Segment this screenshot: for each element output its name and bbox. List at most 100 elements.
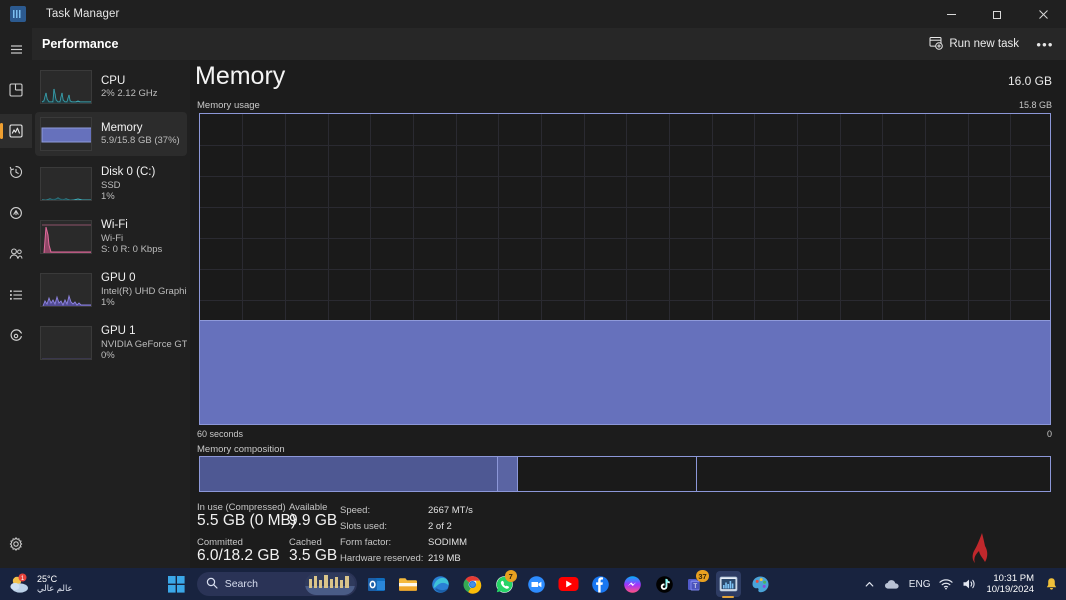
volume-icon[interactable] bbox=[962, 578, 977, 590]
taskbar-app-outlook[interactable] bbox=[364, 571, 389, 597]
taskbar-app-file-explorer[interactable] bbox=[396, 571, 421, 597]
stat-in-use-value: 5.5 GB (0 MB) bbox=[197, 512, 267, 530]
resource-sub2: 0% bbox=[101, 350, 187, 361]
memory-stats: In use (Compressed) 5.5 GB (0 MB) Commit… bbox=[190, 502, 1066, 570]
cpu-text: CPU 2% 2.12 GHz bbox=[101, 75, 158, 100]
taskbar-app-tiktok[interactable] bbox=[652, 571, 677, 597]
graph-axis-labels: 60 seconds 0 bbox=[190, 429, 1066, 441]
spec-slots-used: Slots used: 2 of 2 bbox=[340, 521, 473, 532]
resource-item-gpu0[interactable]: GPU 0 Intel(R) UHD Graphic... 1% bbox=[35, 265, 187, 315]
gpu0-text: GPU 0 Intel(R) UHD Graphic... 1% bbox=[101, 272, 187, 308]
spec-hardware-reserved: Hardware reserved: 219 MB bbox=[340, 553, 473, 564]
taskbar-app-task-manager[interactable] bbox=[716, 571, 741, 597]
taskbar: 1 25°C عالم عالي bbox=[0, 568, 1066, 600]
disk-text: Disk 0 (C:) SSD 1% bbox=[101, 166, 155, 202]
taskbar-app-edge[interactable] bbox=[428, 571, 453, 597]
stat-in-use: In use (Compressed) 5.5 GB (0 MB) bbox=[197, 502, 267, 530]
resource-sub1: NVIDIA GeForce GTX... bbox=[101, 339, 187, 350]
search-placeholder: Search bbox=[225, 578, 258, 590]
spec-value: 219 MB bbox=[428, 553, 461, 564]
resource-item-memory[interactable]: Memory 5.9/15.8 GB (37%) bbox=[35, 112, 187, 156]
resource-sub1: 5.9/15.8 GB (37%) bbox=[101, 135, 180, 146]
memory-usage-labels: Memory usage 15.8 GB bbox=[190, 100, 1066, 113]
resource-sub2: 1% bbox=[101, 297, 187, 308]
spec-speed: Speed: 2667 MT/s bbox=[340, 505, 473, 516]
sidebar-item-app-history[interactable] bbox=[0, 155, 32, 189]
start-button[interactable] bbox=[164, 571, 190, 597]
composition-segment-free bbox=[696, 457, 1050, 491]
resource-sub1: Intel(R) UHD Graphic... bbox=[101, 286, 187, 297]
stat-available: Available 9.9 GB bbox=[289, 502, 345, 530]
clock[interactable]: 10:31 PM 10/19/2024 bbox=[986, 573, 1034, 595]
sidebar-item-startup-apps[interactable] bbox=[0, 196, 32, 230]
resource-item-wifi[interactable]: Wi-Fi Wi-Fi S: 0 R: 0 Kbps bbox=[35, 212, 187, 262]
spec-key: Slots used: bbox=[340, 521, 428, 532]
taskbar-app-chrome[interactable] bbox=[460, 571, 485, 597]
taskbar-app-youtube[interactable] bbox=[556, 571, 581, 597]
taskbar-app-zoom[interactable] bbox=[524, 571, 549, 597]
stat-available-value: 9.9 GB bbox=[289, 512, 345, 530]
notification-bell-icon[interactable] bbox=[1045, 577, 1058, 591]
gpu0-thumbnail-graph bbox=[40, 273, 92, 307]
spec-form-factor: Form factor: SODIMM bbox=[340, 537, 473, 548]
sidebar-item-services[interactable] bbox=[0, 319, 32, 353]
taskbar-app-messenger[interactable] bbox=[620, 571, 645, 597]
hamburger-menu-icon[interactable] bbox=[0, 32, 32, 66]
onedrive-cloud-icon[interactable] bbox=[884, 579, 900, 590]
close-icon[interactable] bbox=[1020, 0, 1066, 28]
stat-cached: Cached 3.5 GB bbox=[289, 537, 345, 565]
weather-text: 25°C عالم عالي bbox=[37, 574, 73, 594]
memory-title: Memory bbox=[195, 62, 285, 91]
weather-description: عالم عالي bbox=[37, 584, 73, 594]
sidebar-item-details[interactable] bbox=[0, 278, 32, 312]
resource-sub1: 2% 2.12 GHz bbox=[101, 88, 158, 99]
resource-item-cpu[interactable]: CPU 2% 2.12 GHz bbox=[35, 65, 187, 109]
clock-date: 10/19/2024 bbox=[986, 584, 1034, 595]
resource-name: GPU 0 bbox=[101, 272, 187, 286]
resource-name: Disk 0 (C:) bbox=[101, 166, 155, 180]
more-options-icon[interactable]: ••• bbox=[1032, 32, 1058, 56]
taskbar-app-paint[interactable] bbox=[748, 571, 773, 597]
graph-axis-right: 0 bbox=[1047, 429, 1052, 439]
composition-segment-standby bbox=[517, 457, 696, 491]
taskbar-weather-widget[interactable]: 1 25°C عالم عالي bbox=[8, 573, 73, 595]
gpu1-thumbnail-graph bbox=[40, 326, 92, 360]
spec-key: Form factor: bbox=[340, 537, 428, 548]
taskbar-app-teams[interactable]: T 37 bbox=[684, 571, 709, 597]
resource-item-gpu1[interactable]: GPU 1 NVIDIA GeForce GTX... 0% bbox=[35, 318, 187, 368]
svg-text:T: T bbox=[694, 583, 698, 590]
stat-cached-value: 3.5 GB bbox=[289, 547, 345, 565]
task-manager-window: Task Manager bbox=[0, 0, 1066, 600]
whatsapp-badge: 7 bbox=[505, 570, 517, 582]
memory-usage-graph bbox=[199, 113, 1051, 425]
title-bar: Task Manager bbox=[0, 0, 1066, 28]
language-indicator[interactable]: ENG bbox=[909, 579, 931, 590]
taskbar-app-whatsapp[interactable]: 7 bbox=[492, 571, 517, 597]
taskbar-app-facebook[interactable] bbox=[588, 571, 613, 597]
task-manager-icon bbox=[10, 6, 26, 22]
disk-thumbnail-graph bbox=[40, 167, 92, 201]
show-hidden-icons-chevron-icon[interactable] bbox=[864, 579, 875, 590]
memory-composition-bar[interactable] bbox=[199, 456, 1051, 492]
memory-header: Memory 16.0 GB bbox=[190, 60, 1066, 102]
minimize-icon[interactable] bbox=[928, 0, 974, 28]
sidebar-item-users[interactable] bbox=[0, 237, 32, 271]
search-input[interactable]: Search bbox=[197, 572, 357, 596]
wifi-thumbnail-graph bbox=[40, 220, 92, 254]
restore-icon[interactable] bbox=[974, 0, 1020, 28]
resource-name: Memory bbox=[101, 122, 180, 136]
memory-text: Memory 5.9/15.8 GB (37%) bbox=[101, 122, 180, 147]
weather-cloud-icon: 1 bbox=[8, 573, 32, 595]
run-new-task-button[interactable]: Run new task bbox=[920, 32, 1028, 56]
sidebar-item-performance[interactable] bbox=[0, 114, 32, 148]
wifi-icon[interactable] bbox=[939, 578, 953, 590]
memory-composition-label: Memory composition bbox=[197, 444, 285, 455]
search-thumbnail-image bbox=[305, 573, 355, 595]
resource-item-disk0[interactable]: Disk 0 (C:) SSD 1% bbox=[35, 159, 187, 209]
resource-sub2: S: 0 R: 0 Kbps bbox=[101, 244, 162, 255]
navigation-rail bbox=[0, 28, 32, 570]
sidebar-item-processes[interactable] bbox=[0, 73, 32, 107]
resource-name: GPU 1 bbox=[101, 325, 187, 339]
resource-sub1: Wi-Fi bbox=[101, 233, 162, 244]
settings-gear-icon[interactable] bbox=[0, 527, 32, 561]
